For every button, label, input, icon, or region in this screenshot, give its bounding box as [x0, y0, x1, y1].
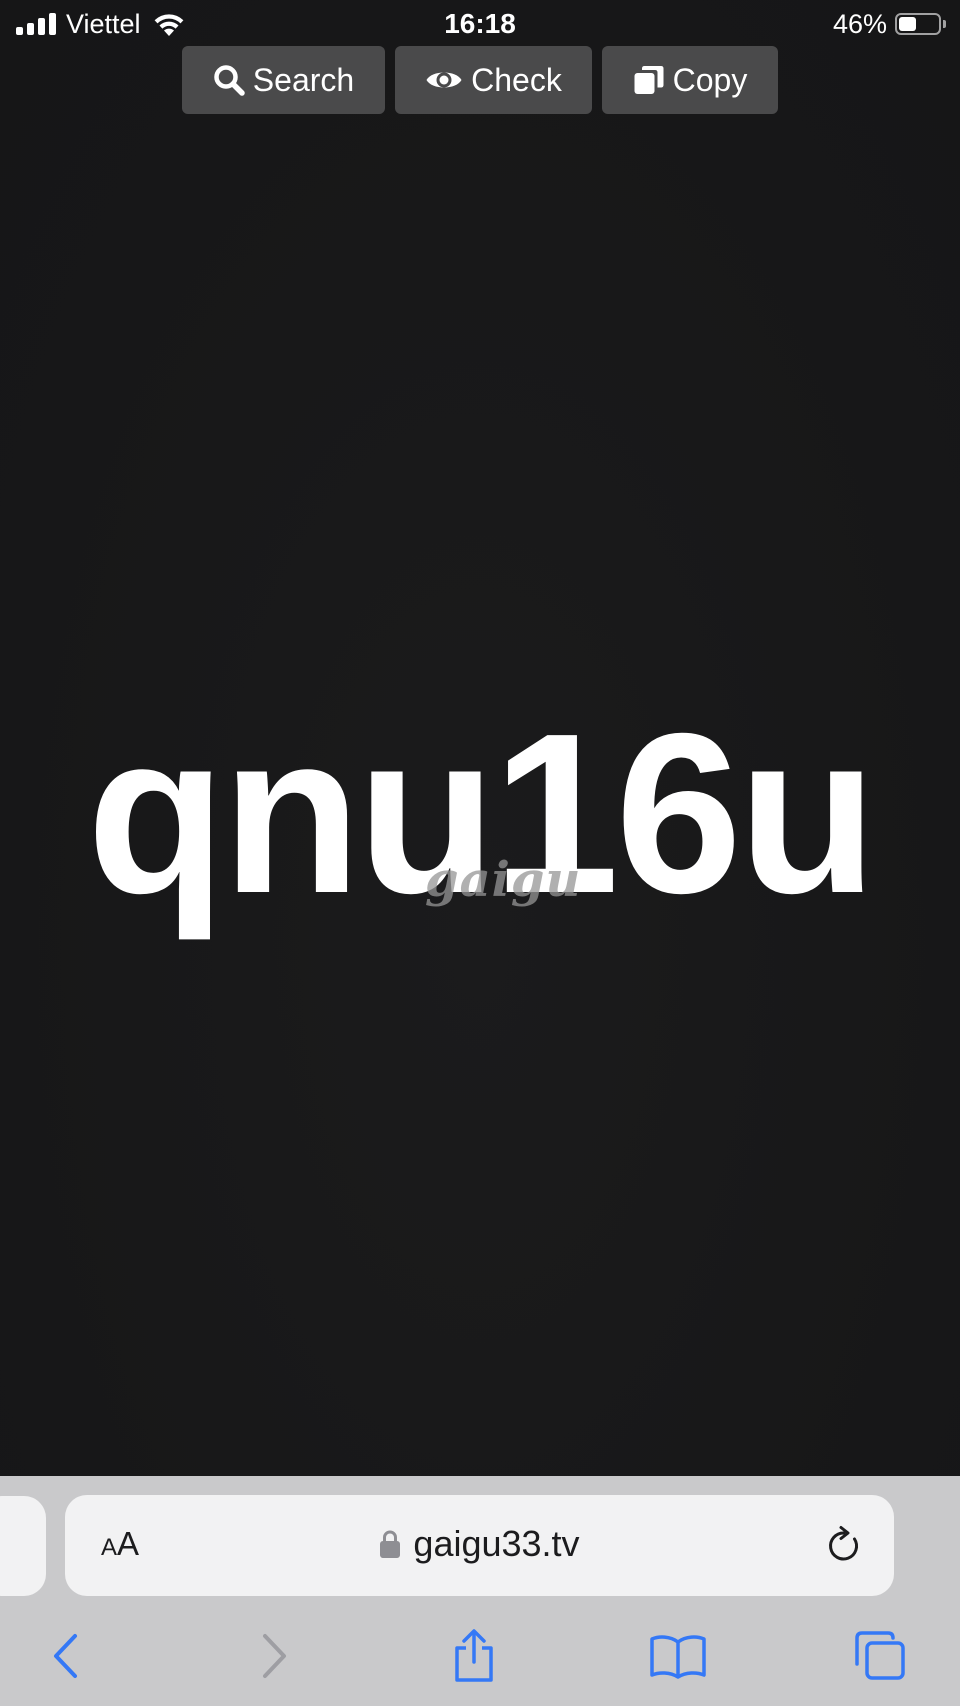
lock-icon	[380, 1530, 401, 1558]
tabs-icon	[855, 1631, 905, 1680]
status-bar: Viettel 16:18 46%	[0, 0, 960, 48]
search-icon	[214, 65, 245, 96]
action-bar: Search Check Copy	[0, 46, 960, 114]
page: Viettel 16:18 46% Search Check Copy qnu1…	[0, 0, 960, 1706]
browser-chrome: A A gaigu33.tv	[0, 1476, 960, 1706]
reload-icon	[829, 1526, 858, 1561]
address-bar[interactable]: A A gaigu33.tv	[65, 1495, 894, 1596]
url-display[interactable]: gaigu33.tv	[65, 1523, 894, 1565]
tabs-button[interactable]	[850, 1626, 910, 1686]
url-text: gaigu33.tv	[413, 1523, 580, 1564]
check-button-label: Check	[471, 61, 562, 98]
copy-icon	[634, 66, 664, 94]
status-right: 46%	[833, 8, 946, 40]
watermark-logo: gaigu	[425, 852, 582, 908]
bookmarks-icon	[650, 1635, 706, 1679]
search-button-label: Search	[252, 61, 355, 98]
reload-button[interactable]	[824, 1525, 864, 1572]
share-icon	[455, 1629, 493, 1682]
check-button[interactable]: Check	[395, 46, 592, 114]
battery-nub	[943, 20, 946, 28]
previous-tab-preview[interactable]	[0, 1496, 46, 1596]
forward-icon	[263, 1634, 286, 1678]
back-button[interactable]	[36, 1626, 96, 1686]
browser-toolbar	[0, 1604, 960, 1704]
copy-button[interactable]: Copy	[602, 46, 778, 114]
search-button[interactable]: Search	[182, 46, 385, 114]
bookmarks-button[interactable]	[648, 1626, 708, 1686]
eye-icon	[426, 72, 462, 88]
battery-percent: 46%	[832, 8, 887, 39]
status-time: 16:18	[444, 8, 516, 39]
back-icon	[54, 1634, 77, 1678]
copy-button-label: Copy	[672, 61, 748, 98]
forward-button[interactable]	[244, 1626, 304, 1686]
battery-icon	[895, 13, 941, 35]
share-button[interactable]	[444, 1626, 504, 1686]
battery-level-fill	[899, 17, 916, 31]
